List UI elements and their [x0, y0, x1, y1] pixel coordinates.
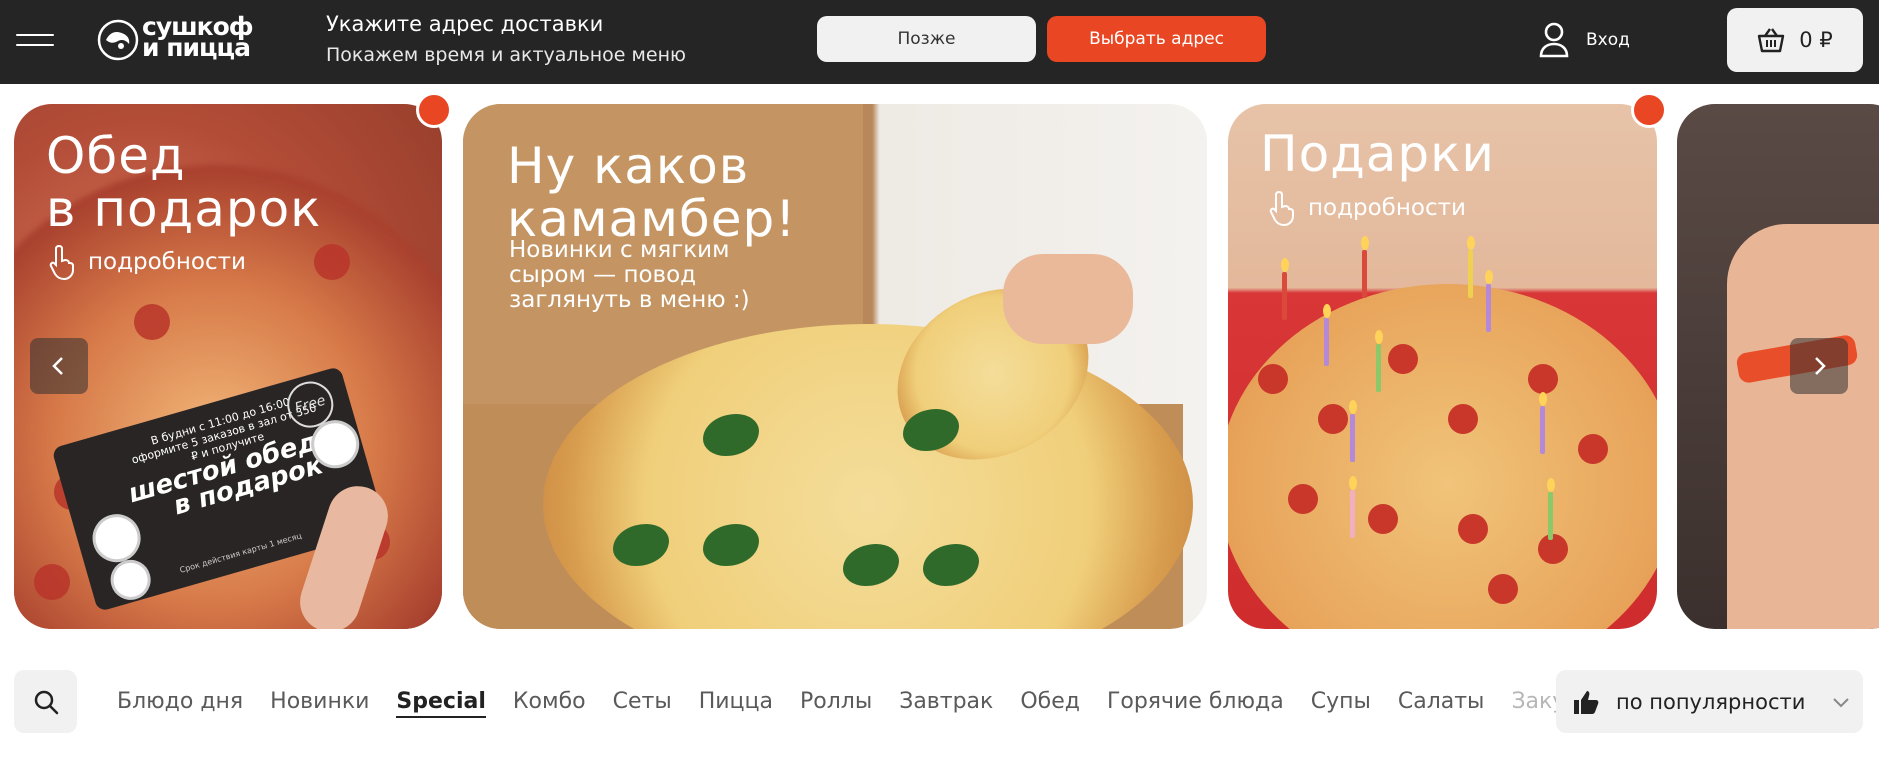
login-button[interactable]: Вход [1538, 20, 1630, 60]
child-image [1727, 224, 1879, 629]
new-badge [416, 92, 452, 128]
promo-banner-partial[interactable] [1677, 104, 1879, 629]
category-item[interactable]: Роллы [800, 689, 872, 718]
pointer-hand-icon [1269, 190, 1294, 227]
sort-label: по популярности [1616, 689, 1806, 714]
login-label: Вход [1586, 30, 1630, 50]
carousel-next-button[interactable] [1790, 338, 1848, 394]
logo[interactable]: сушкоф и пицца [96, 12, 296, 66]
category-item[interactable]: Новинки [270, 689, 369, 718]
pepperoni-slice [314, 244, 350, 280]
candle [1324, 318, 1329, 366]
candle [1468, 250, 1473, 298]
carousel-prev-button[interactable] [30, 338, 88, 394]
candle [1350, 490, 1355, 538]
address-title[interactable]: Укажите адрес доставки [326, 12, 603, 36]
pointer-hand-icon [49, 244, 74, 281]
category-item[interactable]: Блюдо дня [117, 689, 243, 718]
category-item[interactable]: Пицца [699, 689, 773, 718]
chevron-left-icon [52, 357, 63, 375]
banner-details-link[interactable]: подробности [1268, 188, 1466, 228]
candle [1282, 272, 1287, 320]
new-badge [1631, 92, 1667, 128]
details-label: подробности [1308, 195, 1466, 221]
thumbs-up-icon [1574, 690, 1599, 714]
chevron-down-icon [1833, 697, 1850, 707]
details-label: подробности [88, 249, 246, 275]
banner-title: Ну каков камамбер! [507, 137, 797, 248]
category-item[interactable]: Сеты [613, 689, 672, 718]
later-button[interactable]: Позже [817, 16, 1036, 62]
category-item[interactable]: Горячие блюда [1107, 689, 1284, 718]
choose-address-button[interactable]: Выбрать адрес [1047, 16, 1266, 62]
candle [1548, 492, 1553, 540]
candle [1486, 284, 1491, 332]
promo-banner-camembert[interactable]: Ну каков камамбер! Новинки с мягким сыро… [463, 104, 1207, 629]
promo-banner-gifts[interactable]: Подарки подробности [1228, 104, 1657, 629]
header: сушкоф и пицца Укажите адрес доставки По… [0, 0, 1879, 84]
candle [1540, 406, 1545, 454]
category-item[interactable]: Салаты [1398, 689, 1485, 718]
banner-title: Подарки [1260, 125, 1495, 183]
basket-icon [1758, 28, 1785, 53]
category-item[interactable]: Обед [1020, 689, 1080, 718]
banner-title: Обед в подарок [46, 127, 322, 238]
cart-total: 0 ₽ [1799, 28, 1833, 52]
hand-image [1003, 254, 1133, 344]
category-item[interactable]: Комбо [513, 689, 586, 718]
pepperoni-slice [34, 564, 70, 600]
menu-icon[interactable] [16, 30, 54, 54]
sort-dropdown[interactable]: по популярности [1556, 670, 1863, 733]
candle [1350, 414, 1355, 462]
address-subtitle: Покажем время и актуальное меню [326, 44, 686, 66]
banner-details-link[interactable]: подробности [48, 242, 246, 282]
cart-button[interactable]: 0 ₽ [1727, 8, 1863, 72]
search-icon [34, 690, 58, 714]
category-nav: Блюдо дня Новинки Special Комбо Сеты Пиц… [117, 689, 1605, 718]
candle [1362, 250, 1367, 298]
chevron-right-icon [1815, 357, 1826, 375]
pepperoni-slice [134, 304, 170, 340]
candle [1376, 344, 1381, 392]
user-icon [1539, 22, 1569, 58]
category-item[interactable]: Завтрак [899, 689, 993, 718]
logo-text: сушкоф и пицца [142, 12, 254, 62]
banner-description: Новинки с мягким сыром — повод заглянуть… [509, 237, 750, 313]
logo-emblem-icon [97, 19, 139, 61]
category-item[interactable]: Супы [1311, 689, 1371, 718]
search-button[interactable] [14, 670, 77, 733]
category-item-active[interactable]: Special [396, 689, 486, 718]
